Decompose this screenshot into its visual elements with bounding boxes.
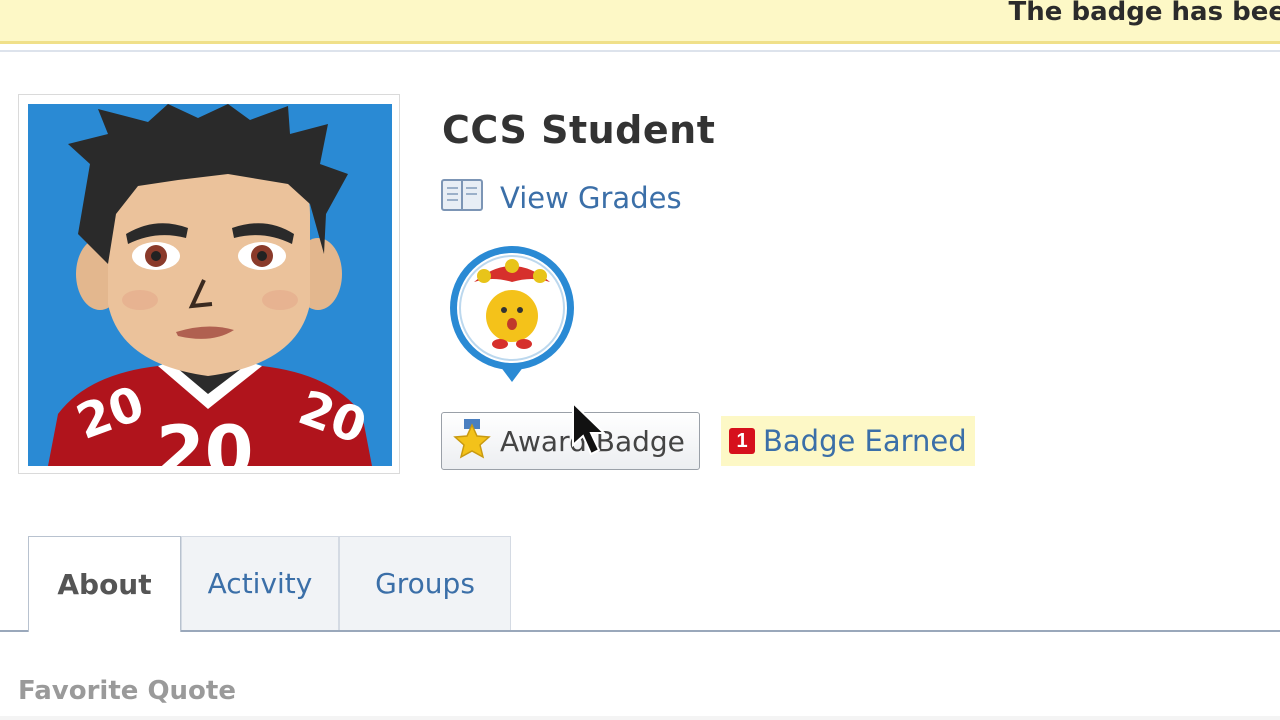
earned-badge[interactable] — [444, 242, 580, 389]
mouse-cursor-icon — [571, 400, 607, 462]
badges-earned-link[interactable]: 1 Badge Earned — [721, 416, 975, 466]
tab-divider — [0, 630, 1280, 632]
badge-medal-icon — [450, 246, 574, 382]
badge-count: 1 — [729, 428, 755, 454]
star-medal-icon — [452, 418, 492, 464]
header-divider — [0, 50, 1280, 52]
content-divider — [0, 716, 1280, 720]
profile-avatar[interactable]: 20 20 20 — [18, 94, 400, 474]
favorite-quote-heading: Favorite Quote — [18, 676, 236, 706]
avatar-image: 20 20 20 — [28, 104, 392, 466]
tab-about[interactable]: About — [28, 536, 181, 632]
notification-bar: The badge has bee — [0, 0, 1280, 44]
profile-name: CCS Student — [442, 108, 716, 152]
tab-label: Groups — [375, 567, 475, 600]
view-grades-label: View Grades — [500, 180, 682, 215]
notification-text: The badge has bee — [1008, 0, 1280, 27]
book-icon — [440, 176, 484, 219]
tab-activity[interactable]: Activity — [181, 536, 339, 630]
tab-label: About — [57, 568, 152, 601]
badge-earned-label: Badge Earned — [763, 424, 967, 458]
svg-text:20: 20 — [156, 411, 253, 466]
tab-groups[interactable]: Groups — [339, 536, 511, 630]
view-grades-link[interactable]: View Grades — [440, 176, 682, 219]
tab-label: Activity — [207, 567, 313, 600]
